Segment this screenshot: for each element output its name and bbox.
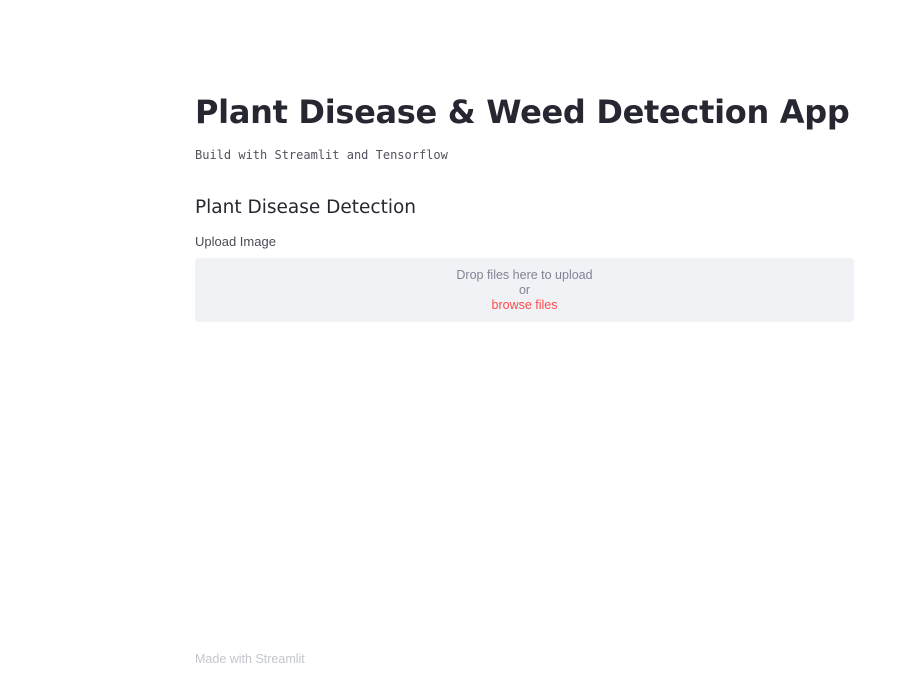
- page-title: Plant Disease & Weed Detection App: [195, 93, 850, 131]
- main-content: Plant Disease & Weed Detection App Build…: [195, 88, 854, 322]
- dropzone-or: or: [518, 282, 531, 297]
- file-uploader: Upload Image Drop files here to upload o…: [195, 232, 854, 322]
- browse-files-link[interactable]: browse files: [492, 298, 558, 313]
- file-dropzone[interactable]: Drop files here to upload or browse file…: [195, 258, 854, 322]
- page-subtitle: Build with Streamlit and Tensorflow: [195, 148, 448, 162]
- section-heading: Plant Disease Detection: [195, 197, 417, 218]
- uploader-label: Upload Image: [195, 234, 276, 249]
- footer-made-with[interactable]: Made with Streamlit: [195, 651, 305, 667]
- app-root: Plant Disease & Weed Detection App Build…: [0, 0, 900, 675]
- dropzone-instruction: Drop files here to upload: [456, 267, 593, 282]
